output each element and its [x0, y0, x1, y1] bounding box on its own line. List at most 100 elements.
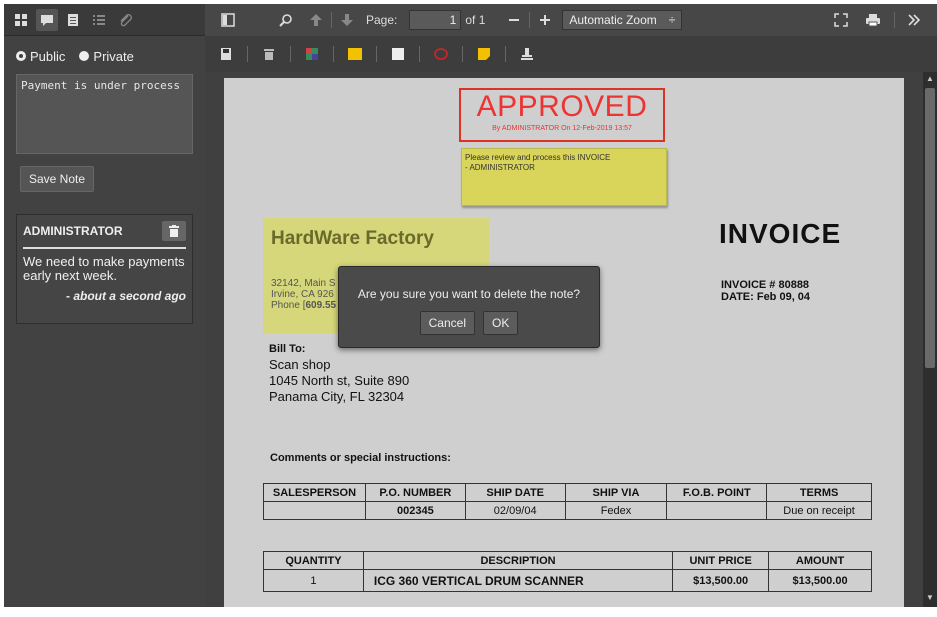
sticky-note-annotation[interactable]: Please review and process this INVOICE -…	[461, 148, 667, 206]
cancel-button[interactable]: Cancel	[419, 311, 475, 335]
outline-icon[interactable]	[88, 9, 110, 31]
toolbar-separator	[247, 46, 248, 62]
bill-to: Bill To: Scan shop 1045 North st, Suite …	[269, 341, 409, 405]
vertical-scrollbar[interactable]: ▲ ▼	[923, 72, 937, 607]
table-cell: 1	[263, 569, 364, 592]
main-toolbar: Page: of 1 Automatic Zoom ÷	[205, 4, 937, 36]
bill-to-line: Scan shop	[269, 357, 331, 372]
zoom-dropdown-arrow: ÷	[668, 13, 676, 27]
comments-icon[interactable]	[36, 8, 58, 31]
invoice-title: INVOICE	[719, 218, 842, 249]
phone-label: Phone [	[271, 300, 306, 311]
toolbar-separator	[333, 46, 334, 62]
next-page-icon[interactable]	[336, 9, 358, 31]
table-row: 002345 02/09/04 Fedex Due on receipt	[263, 501, 872, 520]
print-icon[interactable]	[862, 9, 884, 31]
table-cell: Due on receipt	[766, 501, 872, 520]
more-tools-icon[interactable]	[903, 9, 925, 31]
zoom-value: Automatic Zoom	[569, 13, 657, 27]
dialog-message: Are you sure you want to delete the note…	[357, 287, 581, 301]
bill-to-line: Panama City, FL 32304	[269, 389, 405, 404]
visibility-options: Public Private	[4, 36, 205, 76]
toolbar-separator	[505, 46, 506, 62]
stamp-subtitle: By ADMINISTRATOR On 12-Feb-2019 13:57	[492, 125, 632, 132]
search-icon[interactable]	[275, 9, 297, 31]
table-cell: ICG 360 VERTICAL DRUM SCANNER	[362, 569, 674, 592]
notes-list-icon[interactable]	[62, 9, 84, 31]
address-line-2: Irvine, CA 926	[271, 289, 334, 300]
company-name: HardWare Factory	[271, 228, 434, 249]
address-line-3: Phone [609.55	[271, 300, 341, 311]
comments-label: Comments or special instructions:	[270, 452, 451, 464]
private-radio-label: Private	[93, 48, 134, 64]
note-textarea[interactable]: Payment is under process	[16, 74, 193, 154]
items-table: QUANTITY DESCRIPTION UNIT PRICE AMOUNT 1…	[263, 551, 872, 592]
stamp-tool-icon[interactable]	[301, 43, 323, 65]
table-cell: $13,500.00	[672, 569, 770, 592]
toolbar-separator	[290, 46, 291, 62]
ok-button[interactable]: OK	[483, 311, 519, 335]
table-header: UNIT PRICE	[672, 551, 770, 570]
table-cell: 002345	[364, 501, 466, 520]
ellipse-tool-icon[interactable]	[430, 43, 452, 65]
table-header: AMOUNT	[768, 551, 872, 570]
signature-stamp-icon[interactable]	[516, 43, 538, 65]
attachment-icon[interactable]	[114, 9, 136, 31]
table-cell	[666, 501, 768, 520]
rectangle-tool-icon[interactable]	[387, 43, 409, 65]
table-cell: Fedex	[564, 501, 668, 520]
toolbar-separator	[419, 46, 420, 62]
previous-page-icon[interactable]	[305, 9, 327, 31]
zoom-in-icon[interactable]	[534, 9, 556, 31]
private-radio-dot	[79, 51, 90, 61]
table-header: DESCRIPTION	[362, 551, 674, 570]
scroll-down-arrow[interactable]: ▼	[925, 593, 935, 605]
note-timestamp: - about a second ago	[65, 289, 186, 303]
table-header: QUANTITY	[263, 551, 364, 570]
toolbar-separator	[331, 12, 332, 28]
table-header: P.O. NUMBER	[364, 483, 466, 502]
thumbnails-icon[interactable]	[10, 9, 32, 31]
table-header: F.O.B. POINT	[666, 483, 768, 502]
annotation-toolbar	[205, 36, 937, 72]
table-cell: 02/09/04	[464, 501, 566, 520]
invoice-date: DATE: Feb 09, 04	[721, 291, 811, 303]
public-radio-label: Public	[30, 48, 66, 64]
page-number-input[interactable]	[409, 10, 462, 30]
order-table: SALESPERSON P.O. NUMBER SHIP DATE SHIP V…	[263, 483, 872, 520]
private-radio[interactable]: Private	[79, 48, 134, 64]
table-row: SALESPERSON P.O. NUMBER SHIP DATE SHIP V…	[263, 483, 872, 502]
sticky-note-tool-icon[interactable]	[473, 43, 495, 65]
sidebar-toggle-icon[interactable]	[217, 9, 239, 31]
scroll-up-arrow[interactable]: ▲	[925, 74, 935, 86]
zoom-select[interactable]: Automatic Zoom ÷	[562, 10, 683, 30]
address-line-1: 32142, Main S	[271, 278, 336, 289]
sticky-line-2: - ADMINISTRATOR	[465, 163, 535, 172]
invoice-number: INVOICE # 80888	[721, 279, 810, 291]
fullscreen-icon[interactable]	[830, 9, 852, 31]
dialog-buttons: Cancel OK	[339, 311, 599, 335]
table-header: SALESPERSON	[263, 483, 366, 502]
approved-stamp[interactable]: APPROVED By ADMINISTRATOR On 12-Feb-2019…	[459, 88, 665, 142]
highlight-tool-icon[interactable]	[344, 43, 366, 65]
public-radio[interactable]: Public	[16, 49, 65, 64]
zoom-out-icon[interactable]	[503, 9, 525, 31]
invoice-meta: INVOICE # 80888 DATE: Feb 09, 04	[721, 279, 810, 303]
sticky-line-1: Please review and process this INVOICE	[465, 153, 611, 162]
scroll-thumb[interactable]	[925, 88, 935, 368]
toolbar-separator	[894, 12, 896, 28]
table-header: TERMS	[766, 483, 872, 502]
trash-icon	[169, 225, 179, 237]
toolbar-separator	[376, 46, 377, 62]
page-label: Page:	[366, 13, 398, 27]
delete-note-button[interactable]	[162, 221, 186, 241]
delete-annotations-icon[interactable]	[258, 43, 280, 65]
bill-to-line: 1045 North st, Suite 890	[269, 373, 410, 388]
table-cell	[263, 501, 366, 520]
note-body: We need to make payments early next week…	[23, 254, 185, 283]
table-row: 1 ICG 360 VERTICAL DRUM SCANNER $13,500.…	[263, 569, 872, 592]
save-icon[interactable]	[215, 43, 237, 65]
table-cell: $13,500.00	[768, 569, 872, 592]
save-note-button[interactable]: Save Note	[20, 166, 94, 192]
sidebar-toolbar	[4, 4, 205, 36]
